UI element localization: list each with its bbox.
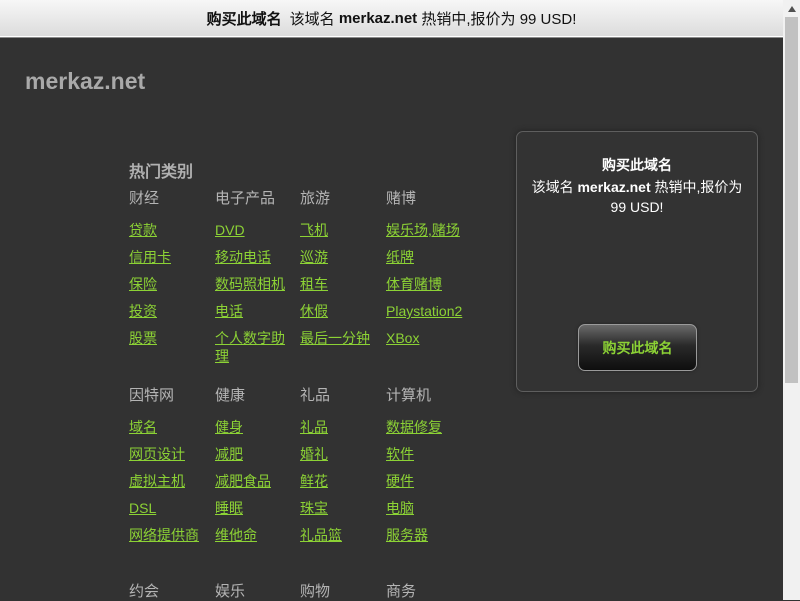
category-link[interactable]: 减肥食品 xyxy=(215,472,271,490)
category-link[interactable]: 睡眠 xyxy=(215,499,243,517)
category-link[interactable]: 飞机 xyxy=(300,221,328,239)
category-link[interactable]: 股票 xyxy=(129,329,157,347)
category-link[interactable]: 网页设计 xyxy=(129,445,185,463)
category-link[interactable]: 保险 xyxy=(129,275,157,293)
category-title: 购物 xyxy=(300,583,331,600)
category-link[interactable]: 网络提供商 xyxy=(129,526,199,544)
category-link[interactable]: 服务器 xyxy=(386,526,428,544)
category-link[interactable]: 娱乐场,赌场 xyxy=(386,221,460,239)
category-title: 约会 xyxy=(129,583,160,600)
category-link[interactable]: 软件 xyxy=(386,445,414,463)
category-link[interactable]: 个人数字助理 xyxy=(215,329,295,365)
category-link[interactable]: 礼品 xyxy=(300,418,328,436)
category-link[interactable]: 投资 xyxy=(129,302,157,320)
category-title: 商务 xyxy=(386,583,417,600)
category-link[interactable]: 电脑 xyxy=(386,499,414,517)
site-name: merkaz.net xyxy=(25,68,146,94)
vertical-scrollbar[interactable] xyxy=(783,0,800,600)
banner-buy-label: 购买此域名 xyxy=(206,10,282,28)
categories-heading: 热门类别 xyxy=(129,164,194,181)
category-title: 旅游 xyxy=(300,190,331,207)
buy-domain-box: 购买此域名 该域名 merkaz.net 热销中,报价为 99 USD! 购买此… xyxy=(516,131,758,392)
box-text-before: 该域名 xyxy=(531,179,574,195)
banner-text-after: 热销中,报价为 99 USD! xyxy=(421,10,577,28)
category-link[interactable]: 信用卡 xyxy=(129,248,171,266)
category-link[interactable]: 纸牌 xyxy=(386,248,414,266)
category-title: 计算机 xyxy=(386,387,432,404)
category-title: 礼品 xyxy=(300,387,331,404)
category-link[interactable]: 数码照相机 xyxy=(215,275,285,293)
category-link[interactable]: 移动电话 xyxy=(215,248,271,266)
category-link[interactable]: Playstation2 xyxy=(386,302,462,320)
category-link[interactable]: 电话 xyxy=(215,302,243,320)
category-link[interactable]: 租车 xyxy=(300,275,328,293)
scroll-up-arrow-icon[interactable] xyxy=(783,0,800,17)
category-link[interactable]: 维他命 xyxy=(215,526,257,544)
category-title: 财经 xyxy=(129,190,160,207)
box-description: 该域名 merkaz.net 热销中,报价为 99 USD! xyxy=(531,177,743,217)
category-title: 电子产品 xyxy=(215,190,276,207)
category-link[interactable]: DVD xyxy=(215,221,245,239)
category-link[interactable]: 巡游 xyxy=(300,248,328,266)
category-link[interactable]: 珠宝 xyxy=(300,499,328,517)
category-link[interactable]: 体育赌博 xyxy=(386,275,442,293)
category-link[interactable]: 休假 xyxy=(300,302,328,320)
category-title: 娱乐 xyxy=(215,583,246,600)
top-banner: 购买此域名 该域名 merkaz.net 热销中,报价为 99 USD! xyxy=(0,0,783,37)
category-link[interactable]: 最后一分钟 xyxy=(300,329,370,347)
banner-text-before: 该域名 xyxy=(289,10,335,28)
category-title: 赌博 xyxy=(386,190,417,207)
box-title: 购买此域名 xyxy=(602,157,672,173)
category-link[interactable]: 贷款 xyxy=(129,221,157,239)
category-link[interactable]: 虚拟主机 xyxy=(129,472,185,490)
category-link[interactable]: 婚礼 xyxy=(300,445,328,463)
category-link[interactable]: 硬件 xyxy=(386,472,414,490)
category-link[interactable]: 减肥 xyxy=(215,445,243,463)
buy-domain-button[interactable]: 购买此域名 xyxy=(578,324,697,371)
box-domain: merkaz.net xyxy=(577,179,651,195)
category-link[interactable]: 健身 xyxy=(215,418,243,436)
category-link[interactable]: 鲜花 xyxy=(300,472,328,490)
category-link[interactable]: 数据修复 xyxy=(386,418,442,436)
category-link[interactable]: 礼品篮 xyxy=(300,526,342,544)
category-link[interactable]: 域名 xyxy=(129,418,157,436)
banner-domain: merkaz.net xyxy=(338,9,418,27)
scrollbar-thumb[interactable] xyxy=(785,17,798,383)
category-link[interactable]: DSL xyxy=(129,499,156,517)
category-title: 健康 xyxy=(215,387,246,404)
category-link[interactable]: XBox xyxy=(386,329,419,347)
category-title: 因特网 xyxy=(129,387,175,404)
